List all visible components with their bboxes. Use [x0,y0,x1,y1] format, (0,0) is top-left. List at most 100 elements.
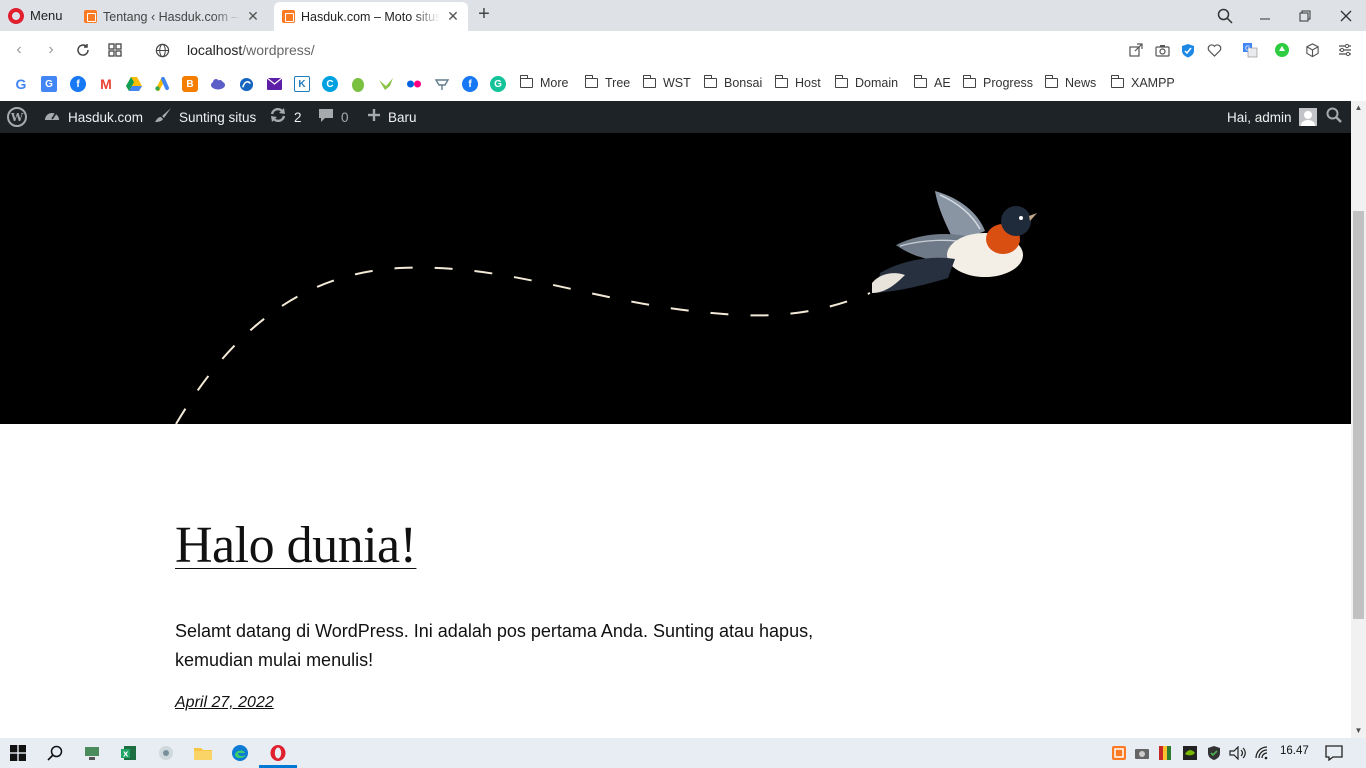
tab-close-icon[interactable]: ✕ [246,8,260,25]
minimize-icon[interactable] [1245,0,1285,31]
bookmark-folder-domain[interactable]: Domain [834,75,898,90]
opera-menu-button[interactable]: Menu [8,0,63,31]
folder-label: Progress [983,76,1034,90]
folder-label: Tree [605,76,631,90]
forward-icon[interactable]: › [40,39,62,61]
windows-taskbar: X 16.47 [0,738,1366,768]
google-translate-icon[interactable]: G [41,76,57,92]
tray-camera-icon[interactable] [1131,742,1153,764]
folder-icon [642,75,656,88]
search-tabs-icon[interactable] [1205,0,1245,31]
wp-new-content-link[interactable]: Baru [367,101,417,133]
wp-customize-link[interactable]: Sunting situs [154,101,256,133]
app-icon[interactable] [238,76,254,92]
wp-site-name-link[interactable]: Hasduk.com [43,101,143,133]
site-info-globe-icon[interactable] [151,39,173,61]
translate-extension-icon[interactable]: G [1241,41,1259,59]
bookmark-folder-ae[interactable]: AE [913,75,951,90]
bookmark-folder-news[interactable]: News [1044,75,1096,90]
tab-hasduk-active[interactable]: Hasduk.com – Moto situs Anda ✕ [274,2,468,31]
wp-search-button[interactable] [1326,101,1342,133]
back-icon[interactable]: ‹ [8,39,30,61]
scroll-thumb[interactable] [1353,211,1364,619]
tool-icon[interactable] [434,76,450,92]
facebook-icon[interactable]: f [70,76,86,92]
url-field[interactable]: localhost/wordpress/ [187,42,315,58]
bookmark-folder-wst[interactable]: WST [642,75,691,90]
tab-tentang[interactable]: Tentang ‹ Hasduk.com — WordPress ✕ [76,2,268,31]
facebook-icon-2[interactable]: f [462,76,478,92]
bookmark-folder-progress[interactable]: Progress [962,75,1034,90]
google-ads-icon[interactable] [154,76,170,92]
taskbar-app-tool-icon[interactable] [155,742,177,764]
page-scrollbar[interactable]: ▲ ▼ [1351,101,1366,738]
folder-label: Host [795,76,821,90]
folder-label: WST [663,76,691,90]
browser-tab-strip: Menu Tentang ‹ Hasduk.com — WordPress ✕ … [0,0,1366,31]
grammarly-icon[interactable]: G [490,76,506,92]
taskbar-clock[interactable]: 16.47 [1280,745,1309,757]
taskbar-app-network-icon[interactable] [81,742,103,764]
bookmark-folder-host[interactable]: Host [774,75,821,90]
google-icon[interactable]: G [13,76,29,92]
taskbar-file-explorer-icon[interactable] [192,742,214,764]
gmail-icon[interactable]: M [98,76,114,92]
wp-updates-link[interactable]: 2 [269,101,302,133]
mail-icon[interactable] [266,76,282,92]
easy-setup-icon[interactable] [1336,41,1354,59]
notification-center-icon[interactable] [1323,742,1345,764]
google-drive-icon[interactable] [126,76,142,92]
post-date-link[interactable]: April 27, 2022 [175,694,274,712]
bird-illustration [872,191,1037,293]
post-excerpt: Selamt datang di WordPress. Ini adalah p… [175,621,814,670]
scroll-up-arrow-icon[interactable]: ▲ [1351,101,1366,115]
taskbar-search-icon[interactable] [44,742,66,764]
tray-nvidia-icon[interactable] [1179,742,1201,764]
tab-close-icon[interactable]: ✕ [446,8,460,25]
tray-wifi-icon[interactable] [1252,742,1274,764]
bookmark-folder-bonsai[interactable]: Bonsai [703,75,762,90]
bookmark-folder-xampp[interactable]: XAMPP [1110,75,1175,90]
blogger-icon[interactable]: B [182,76,198,92]
updates-refresh-icon [269,107,287,127]
tray-volume-icon[interactable] [1227,742,1249,764]
canva-icon[interactable]: C [322,76,338,92]
wp-comments-link[interactable]: 0 [318,101,349,133]
ad-blocker-shield-icon[interactable] [1179,41,1197,59]
paintbrush-icon [154,107,172,127]
new-tab-plus-icon[interactable]: + [475,3,493,26]
cloud-icon[interactable] [210,76,226,92]
snapshot-camera-icon[interactable] [1153,41,1171,59]
scroll-down-arrow-icon[interactable]: ▼ [1351,724,1366,738]
taskbar-opera-icon[interactable] [267,742,289,764]
flickr-icon[interactable] [406,76,422,92]
post-title-link[interactable]: Halo dunia! [175,516,417,575]
wp-logo-menu[interactable]: W [7,101,27,133]
taskbar-edge-icon[interactable] [229,742,251,764]
tab-title: Hasduk.com – Moto situs Anda [301,9,440,24]
bookmark-folder-tree[interactable]: Tree [584,75,631,90]
tray-xampp-icon[interactable] [1108,742,1130,764]
bookmark-folder-more[interactable]: More [519,75,568,90]
wp-my-account-link[interactable]: Hai, admin [1227,101,1317,133]
tray-security-shield-icon[interactable] [1203,742,1225,764]
bookmark-heart-icon[interactable] [1205,41,1223,59]
folder-label: XAMPP [1131,76,1175,90]
reload-icon[interactable] [72,39,94,61]
taskbar-app-excel-icon[interactable]: X [118,742,140,764]
windows-start-icon[interactable] [7,742,29,764]
bird-icon[interactable] [378,76,394,92]
restore-icon[interactable] [1285,0,1325,31]
tray-winrar-icon[interactable] [1154,742,1176,764]
close-window-icon[interactable] [1326,0,1366,31]
share-icon[interactable] [1127,41,1145,59]
svg-text:X: X [123,751,129,759]
speed-dial-grid-icon[interactable] [104,39,126,61]
folder-icon [703,75,717,88]
evernote-icon[interactable] [350,76,366,92]
extensions-cube-icon[interactable] [1303,41,1321,59]
green-extension-icon[interactable] [1273,41,1291,59]
kinemaster-icon[interactable]: K [294,76,310,92]
comment-bubble-icon [318,108,334,127]
wp-site-name: Hasduk.com [68,109,144,125]
